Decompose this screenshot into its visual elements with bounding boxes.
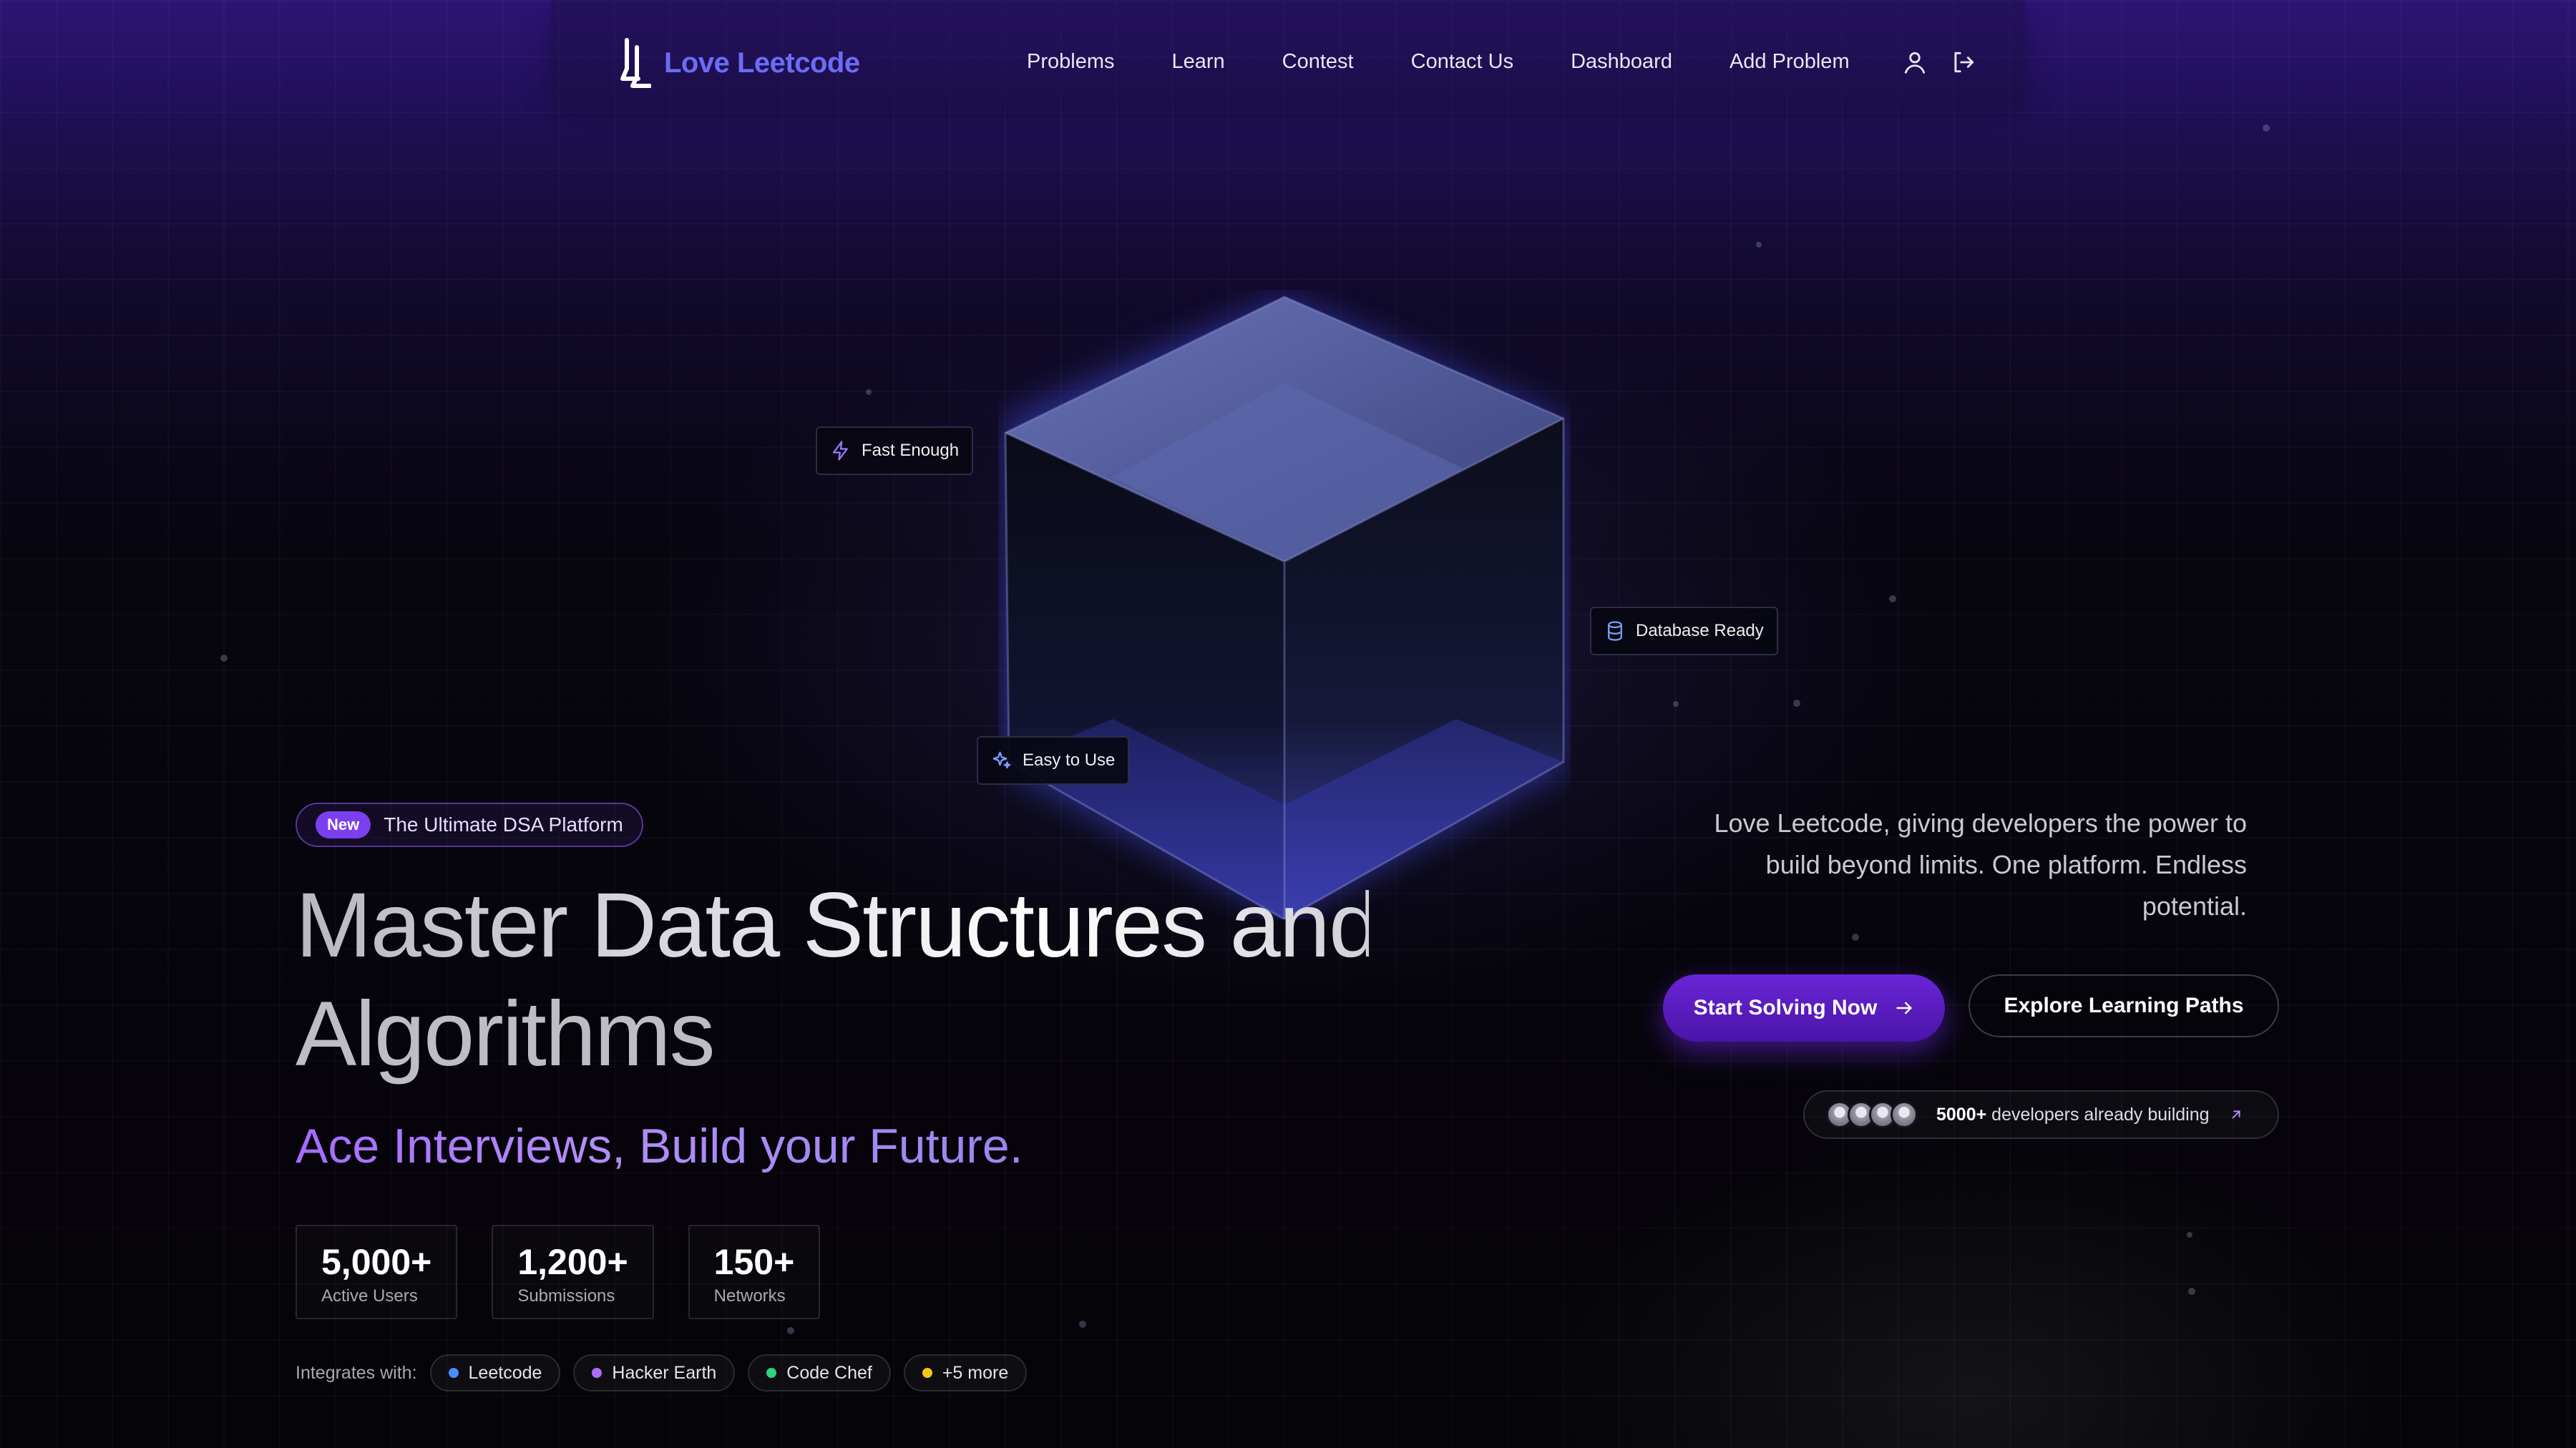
decor-dot (2188, 1288, 2195, 1295)
integration-name: Hacker Earth (612, 1362, 717, 1383)
tag-easy-to-use: Easy to Use (977, 736, 1130, 785)
stat-label: Submissions (517, 1286, 615, 1306)
stat-value: 150+ (713, 1242, 795, 1282)
stat-networks: 150+ Networks (688, 1225, 821, 1319)
user-icon[interactable] (1901, 49, 1928, 76)
stat-active-users: 5,000+ Active Users (296, 1225, 458, 1319)
status-dot (448, 1368, 459, 1378)
avatar-stack (1826, 1101, 1918, 1128)
stat-value: 1,200+ (517, 1242, 628, 1282)
top-navbar: Love Leetcode Problems Learn Contest Con… (551, 0, 2025, 109)
status-dot (592, 1368, 602, 1378)
stat-label: Networks (713, 1286, 786, 1306)
logo-mark-icon (620, 38, 651, 88)
glass-cube-illustration (1004, 295, 1565, 919)
nav-link-problems[interactable]: Problems (1027, 50, 1115, 74)
tag-fast-enough-label: Fast Enough (862, 441, 960, 460)
nav-link-dashboard[interactable]: Dashboard (1571, 50, 1672, 74)
hero-description: Love Leetcode, giving developers the pow… (1714, 808, 2247, 921)
lightning-icon (832, 441, 848, 461)
integration-chip-more[interactable]: +5 more (903, 1354, 1028, 1391)
nav-link-learn[interactable]: Learn (1172, 50, 1225, 74)
decor-dot (787, 1327, 794, 1334)
integration-chip-leetcode[interactable]: Leetcode (429, 1354, 561, 1391)
tag-fast-enough: Fast Enough (816, 426, 974, 475)
brand-name: Love Leetcode (664, 47, 860, 79)
integration-name: Leetcode (468, 1362, 542, 1383)
tag-database-ready: Database Ready (1590, 607, 1778, 655)
database-icon (1608, 621, 1622, 641)
new-pill: New (316, 811, 371, 838)
decor-dot (1673, 701, 1679, 707)
decor-dot (220, 655, 228, 662)
nav-link-contest[interactable]: Contest (1282, 50, 1354, 74)
logout-icon[interactable] (1950, 49, 1977, 76)
integration-name: Code Chef (786, 1362, 872, 1383)
explore-label: Explore Learning Paths (2004, 994, 2244, 1017)
stat-value: 5,000+ (321, 1242, 432, 1282)
stats-row: 5,000+ Active Users 1,200+ Submissions 1… (296, 1225, 821, 1319)
arrow-up-right-icon (2231, 1110, 2240, 1119)
avatar (1890, 1101, 1918, 1128)
arrow-right-icon (1896, 1002, 1912, 1014)
status-dot (922, 1368, 932, 1378)
start-solving-label: Start Solving Now (1693, 996, 1878, 1019)
decor-dot (866, 389, 872, 395)
decor-dot (1079, 1321, 1086, 1328)
nav-link-contact-us[interactable]: Contact Us (1411, 50, 1513, 74)
hero-title-line2: Algorithms (296, 983, 716, 1085)
decor-dot (1889, 595, 1896, 602)
developers-count-text: 5000+ developers already building (1936, 1105, 2210, 1125)
new-badge: New The Ultimate DSA Platform (296, 803, 643, 847)
decor-dot (2187, 1232, 2192, 1238)
integrations-row: Integrates with: Leetcode Hacker Earth C… (296, 1354, 1028, 1391)
hero-title: Master Data Structures and Algorithms (296, 871, 1380, 1089)
decor-dot (1852, 934, 1859, 941)
tag-easy-to-use-label: Easy to Use (1023, 750, 1116, 770)
developers-count: 5000+ (1936, 1104, 1987, 1125)
nav-link-add-problem[interactable]: Add Problem (1729, 50, 1850, 74)
integration-chip-hacker-earth[interactable]: Hacker Earth (573, 1354, 736, 1391)
integration-chip-code-chef[interactable]: Code Chef (748, 1354, 891, 1391)
decor-dot (1756, 242, 1762, 248)
developers-text: developers already building (1986, 1104, 2210, 1125)
stat-label: Active Users (321, 1286, 418, 1306)
main-menu: Problems Learn Contest Contact Us Dashbo… (1027, 50, 1850, 74)
start-solving-button[interactable]: Start Solving Now (1663, 974, 1945, 1042)
developers-social-proof[interactable]: 5000+ developers already building (1803, 1090, 2279, 1139)
hero-subtitle: Ace Interviews, Build your Future. (296, 1119, 1023, 1173)
brand-logo[interactable]: Love Leetcode (617, 37, 860, 89)
hero-title-line1: Master Data Structures and (296, 871, 1380, 980)
integrations-label: Integrates with: (296, 1362, 417, 1383)
badge-text: The Ultimate DSA Platform (384, 813, 623, 836)
decor-dot (2263, 124, 2270, 132)
integration-name: +5 more (942, 1362, 1009, 1383)
tag-database-ready-label: Database Ready (1636, 621, 1764, 640)
decor-dot (1793, 700, 1800, 707)
sparkles-icon (992, 751, 1011, 769)
status-dot (766, 1368, 777, 1378)
stat-submissions: 1,200+ Submissions (492, 1225, 654, 1319)
explore-learning-paths-button[interactable]: Explore Learning Paths (1968, 974, 2279, 1037)
